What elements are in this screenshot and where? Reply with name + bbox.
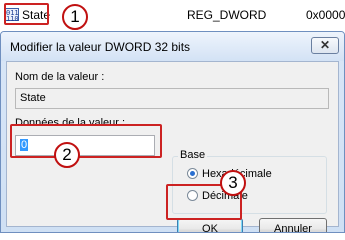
highlight-box-value-data [10, 124, 162, 158]
cancel-button-label: Annuler [274, 223, 312, 233]
registry-value-row[interactable]: 011110 State REG_DWORD 0x00000 [0, 0, 345, 31]
step-badge-2: 2 [54, 142, 80, 168]
dialog-titlebar[interactable]: Modifier la valeur DWORD 32 bits ✕ [1, 32, 344, 61]
value-name-field: State [15, 88, 329, 109]
step-badge-3: 3 [220, 170, 246, 196]
close-button[interactable]: ✕ [311, 37, 339, 54]
ok-button[interactable]: OK [177, 218, 243, 233]
radio-selected-icon [187, 168, 198, 179]
base-group-label: Base [178, 149, 208, 161]
close-icon: ✕ [319, 38, 331, 52]
ok-button-label: OK [202, 223, 218, 233]
step-badge-1: 1 [62, 4, 88, 30]
dialog-title: Modifier la valeur DWORD 32 bits [10, 40, 191, 54]
value-name-label: Nom de la valeur : [15, 71, 105, 83]
registry-value-data: 0x00000 [306, 8, 345, 22]
cancel-button[interactable]: Annuler [259, 218, 327, 233]
value-name-text: State [20, 92, 46, 104]
registry-value-type: REG_DWORD [187, 8, 267, 22]
highlight-box-state [4, 3, 49, 25]
